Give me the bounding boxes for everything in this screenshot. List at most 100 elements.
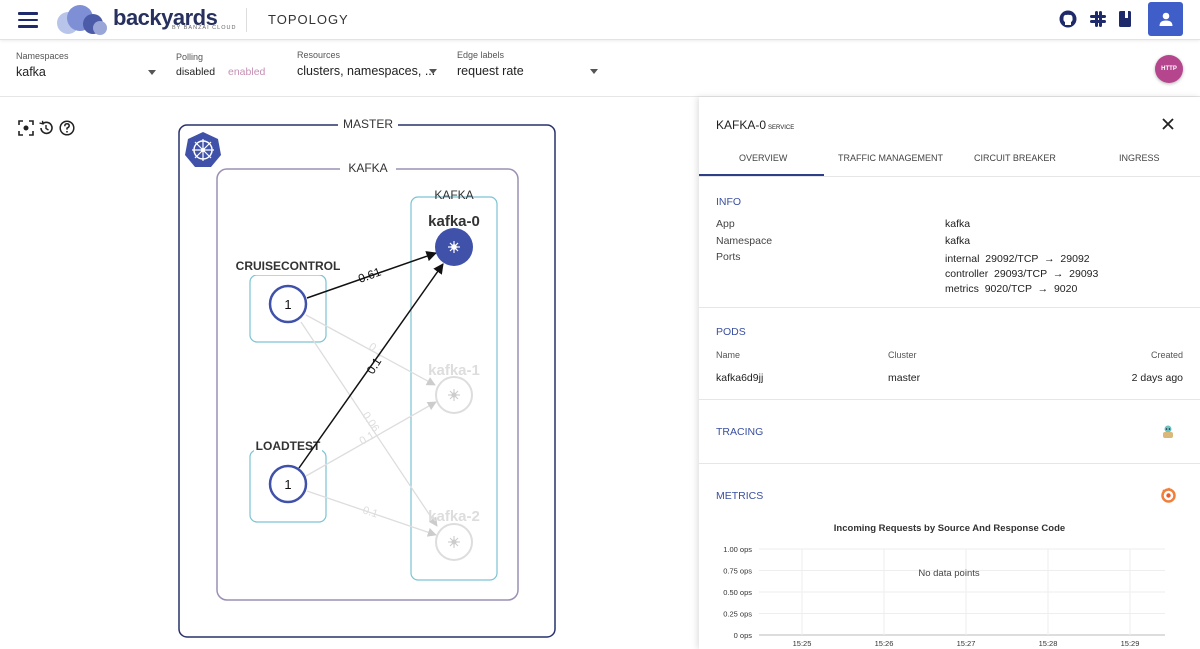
port-row: controller 29093/TCP → 29093 xyxy=(945,268,1098,280)
ports-label: Ports xyxy=(716,251,741,263)
namespace-box[interactable] xyxy=(216,168,519,601)
edge-labels-caret-icon[interactable] xyxy=(590,69,598,74)
active-tab-indicator xyxy=(699,174,824,176)
section-divider xyxy=(699,463,1200,464)
pod-created: 2 days ago xyxy=(1131,372,1183,384)
panel-title: KAFKA-0 SERVICE xyxy=(716,118,794,132)
cruisecontrol-group-label: CRUISECONTROL xyxy=(236,259,341,273)
help-icon[interactable] xyxy=(59,120,75,136)
port-name: controller xyxy=(945,268,989,280)
chart-y-tick: 0 ops xyxy=(734,631,753,640)
port-protocol: 29092/TCP xyxy=(985,253,1039,265)
arrow-right-icon: → xyxy=(1037,283,1049,295)
arrow-right-icon: → xyxy=(1044,253,1055,265)
graph-tools xyxy=(18,120,75,151)
kafka-1-node[interactable] xyxy=(435,376,473,414)
tab-circuit-breaker[interactable]: CIRCUIT BREAKER xyxy=(974,153,1056,163)
user-menu-button[interactable] xyxy=(1148,2,1183,36)
port-target: 9020 xyxy=(1053,283,1078,295)
port-target: 29092 xyxy=(1060,253,1090,265)
chart-x-tick: 15:25 xyxy=(793,639,812,648)
tracing-heading[interactable]: TRACING xyxy=(716,426,763,438)
close-icon[interactable] xyxy=(1161,117,1175,131)
chart-title: Incoming Requests by Source And Response… xyxy=(833,523,1066,534)
port-protocol: 29093/TCP xyxy=(994,268,1047,280)
cruisecontrol-node-count: 1 xyxy=(284,297,291,312)
header-divider xyxy=(246,8,247,32)
loadtest-node-count: 1 xyxy=(284,477,291,492)
pods-col-created: Created xyxy=(1150,350,1183,360)
metrics-chart: 1.00 ops 0.75 ops 0.50 ops 0.25 ops 0 ops 15:… xyxy=(723,545,1165,648)
namespace-label: KAFKA xyxy=(348,161,387,175)
tab-traffic-management[interactable]: TRAFFIC MANAGEMENT xyxy=(838,153,943,163)
pod-name[interactable]: kafka6d9jj xyxy=(716,372,763,384)
edge-labels-select[interactable]: request rate xyxy=(457,64,524,78)
app-label: App xyxy=(716,218,735,230)
tab-overview[interactable]: OVERVIEW xyxy=(739,153,787,163)
cruisecontrol-node[interactable]: 1 xyxy=(268,284,308,324)
grafana-icon[interactable] xyxy=(1160,487,1177,504)
tab-ingress[interactable]: INGRESS xyxy=(1119,153,1160,163)
edge-label-loadtest-kafka2: 0.1 xyxy=(361,504,379,520)
namespaces-select[interactable]: kafka xyxy=(16,65,46,79)
edge-label-cruisecontrol-kafka0: 0.61 xyxy=(356,265,383,286)
chart-y-tick: 0.75 ops xyxy=(723,567,752,576)
topology-graph: MASTER KAFKA KAFKA CRUISECONTROL LOADTES… xyxy=(178,117,556,638)
section-divider xyxy=(699,399,1200,400)
namespaces-label: Namespaces xyxy=(16,51,69,61)
github-icon[interactable] xyxy=(1059,10,1077,28)
slack-icon[interactable] xyxy=(1089,10,1107,28)
port-target: 29093 xyxy=(1069,268,1099,280)
panel-tabs: OVERVIEW TRAFFIC MANAGEMENT CIRCUIT BREA… xyxy=(699,139,1200,177)
cluster-label: MASTER xyxy=(343,117,393,131)
page-title: TOPOLOGY xyxy=(268,12,349,27)
cluster-box[interactable] xyxy=(178,124,556,638)
kafka-0-node[interactable] xyxy=(435,228,473,266)
port-row: metrics 9020/TCP → 9020 xyxy=(945,283,1077,295)
kubernetes-icon xyxy=(185,132,221,167)
edge-labels-label: Edge labels xyxy=(457,50,505,60)
resources-caret-icon[interactable] xyxy=(429,69,437,74)
pod-cluster: master xyxy=(888,372,921,384)
top-bar: backyards BY BANZAI CLOUD TOPOLOGY xyxy=(0,0,1200,40)
chart-x-tick: 15:28 xyxy=(1039,639,1058,648)
kafka-0-label: kafka-0 xyxy=(428,213,480,230)
namespace-value: kafka xyxy=(945,235,971,247)
loadtest-node[interactable]: 1 xyxy=(268,464,308,504)
history-icon[interactable] xyxy=(38,120,54,136)
edge-label-loadtest-kafka0: 0.1 xyxy=(364,355,385,377)
port-protocol: 9020/TCP xyxy=(984,283,1032,295)
section-divider xyxy=(699,307,1200,308)
http-protocol-badge[interactable]: HTTP xyxy=(1155,55,1183,83)
jaeger-icon[interactable] xyxy=(1160,424,1176,440)
filter-bar: Namespaces kafka Polling disabled enable… xyxy=(0,41,1200,97)
polling-disabled-option[interactable]: disabled xyxy=(176,66,215,78)
chart-y-tick: 1.00 ops xyxy=(723,545,752,554)
namespace-label: Namespace xyxy=(716,235,773,247)
metrics-heading[interactable]: METRICS xyxy=(716,490,763,502)
chart-x-tick: 15:29 xyxy=(1121,639,1140,648)
chart-empty-message: No data points xyxy=(918,568,980,579)
polling-enabled-option[interactable]: enabled xyxy=(228,66,265,78)
book-icon[interactable] xyxy=(1118,10,1132,28)
pods-heading: PODS xyxy=(716,326,746,338)
port-row: internal 29092/TCP → 29092 xyxy=(945,253,1090,265)
port-name: internal xyxy=(945,253,980,265)
pods-col-name: Name xyxy=(716,350,741,360)
chart-y-tick: 0.50 ops xyxy=(723,588,752,597)
fit-to-screen-icon[interactable] xyxy=(18,120,34,136)
arrow-right-icon: → xyxy=(1052,268,1064,280)
kafka-2-label: kafka-2 xyxy=(428,508,480,525)
kafka-2-node[interactable] xyxy=(435,523,473,561)
info-heading: INFO xyxy=(716,196,742,208)
chart-x-tick: 15:27 xyxy=(957,639,976,648)
resources-label: Resources xyxy=(297,50,341,60)
menu-icon[interactable] xyxy=(18,12,38,28)
brand-sub: BY BANZAI CLOUD xyxy=(172,25,237,31)
namespaces-caret-icon[interactable] xyxy=(148,70,156,75)
user-icon xyxy=(1159,12,1172,26)
service-name: KAFKA-0 xyxy=(716,118,767,132)
app-value: kafka xyxy=(945,218,971,230)
service-details-panel: KAFKA-0 SERVICE OVERVIEW TRAFFIC MANAGEME… xyxy=(699,97,1200,649)
resources-select[interactable]: clusters, namespaces, ... xyxy=(297,64,435,78)
